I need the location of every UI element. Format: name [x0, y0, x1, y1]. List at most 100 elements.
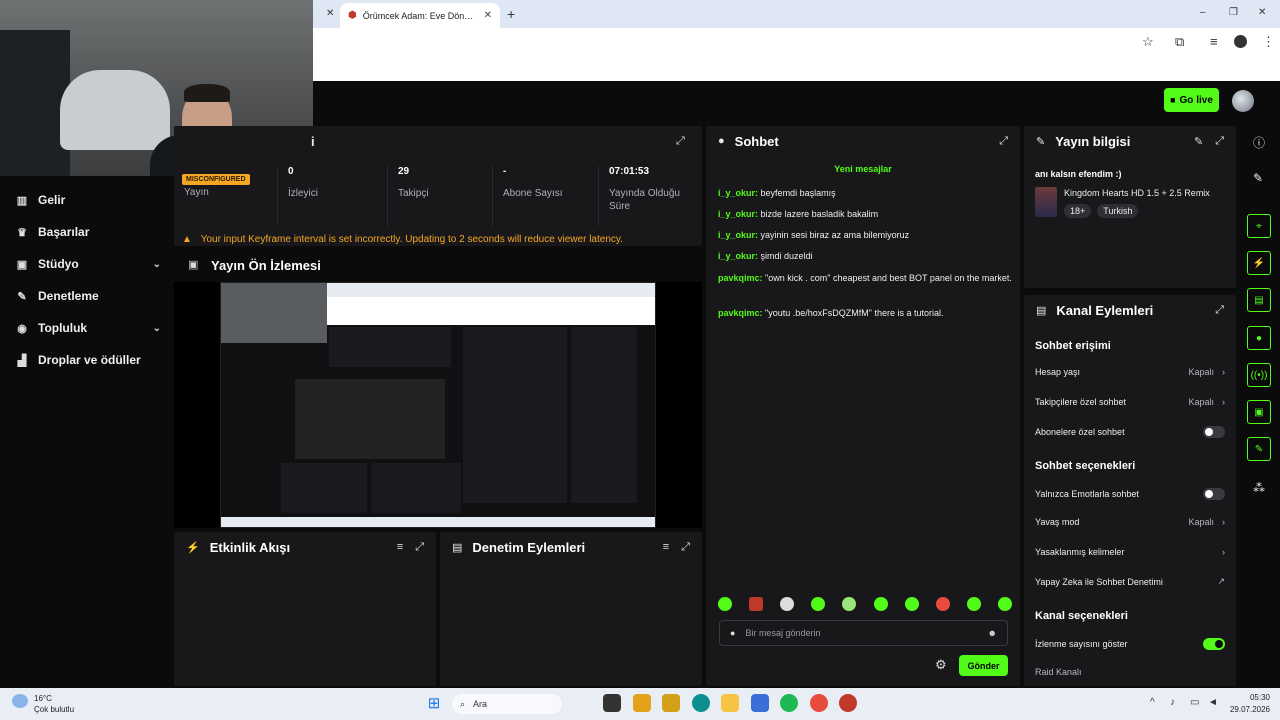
chrome-icon[interactable] [810, 694, 828, 712]
expand-icon[interactable]: ⤢ [415, 541, 424, 554]
emote-icon[interactable] [811, 597, 826, 611]
volume-icon[interactable]: ◄ [1208, 697, 1218, 708]
rail-clipboard-icon[interactable]: ▤ [1247, 288, 1271, 312]
rail-wrench-icon[interactable]: ✎ [1247, 437, 1271, 461]
wrench-icon: ✎ [17, 290, 27, 303]
minimize-button[interactable]: – [1200, 7, 1206, 18]
setting-row-ai-moderation[interactable]: Yapay Zeka ile Sohbet Denetimi ↗ [1035, 576, 1225, 587]
setting-row-raid-channel[interactable]: Raid Kanalı [1035, 667, 1225, 677]
emote-icon[interactable] [718, 597, 732, 611]
taskbar-search[interactable]: ⌕ Ara [452, 694, 562, 714]
setting-row-account-age[interactable]: Hesap yaşı Kapalı › [1035, 367, 1225, 377]
emote-icon[interactable] [904, 597, 919, 611]
store-icon[interactable] [751, 694, 769, 712]
microphone-icon[interactable]: ♪ [1170, 697, 1175, 708]
expand-icon[interactable]: ⤢ [681, 541, 690, 554]
media-icon[interactable]: ≡ [1210, 34, 1218, 49]
clock-date[interactable]: 29.07.2026 [1222, 705, 1270, 714]
sidebar-item-basarilar[interactable]: ♛ Başarılar [16, 220, 161, 244]
category-name[interactable]: Kingdom Hearts HD 1.5 + 2.5 Remix [1064, 188, 1210, 198]
stat-subscribers: - Abone Sayısı [492, 166, 598, 226]
app-icon[interactable] [662, 694, 680, 712]
emote-only-toggle[interactable] [1203, 488, 1225, 500]
sidebar-item-denetleme[interactable]: ✎ Denetleme [16, 284, 161, 308]
rail-camera-icon[interactable]: ⌖ [1247, 214, 1271, 238]
emote-icon[interactable] [873, 597, 888, 611]
restore-button[interactable]: ❐ [1229, 7, 1238, 18]
emote-icon[interactable] [966, 597, 981, 611]
address-bar[interactable] [340, 30, 1130, 52]
emote-quick-bar [718, 597, 1012, 615]
info-icon[interactable]: ⓘ [1253, 134, 1265, 151]
sidebar-item-topluluk[interactable]: ◉ Topluluk ⌄ [16, 316, 161, 340]
emote-icon[interactable] [749, 597, 764, 611]
new-tab-button[interactable]: + [507, 6, 515, 22]
sidebar-item-studyo[interactable]: ▣ Stüdyo ⌄ [16, 252, 161, 276]
setting-label: Yasaklanmış kelimeler [1035, 547, 1125, 557]
setting-label: Yalnızca Emotlarla sohbet [1035, 489, 1139, 499]
setting-row-slow-mode[interactable]: Yavaş mod Kapalı › [1035, 517, 1225, 527]
setting-row-banned-words[interactable]: Yasaklanmış kelimeler › [1035, 547, 1225, 557]
chat-username[interactable]: i_y_okur: [718, 230, 758, 240]
rail-broadcast-icon[interactable]: ((•)) [1247, 363, 1271, 387]
file-explorer-icon[interactable] [721, 694, 739, 712]
share-icon[interactable]: ⁂ [1253, 481, 1265, 495]
copilot-icon[interactable] [633, 694, 651, 712]
rail-chat-icon[interactable]: ● [1247, 326, 1271, 350]
go-live-button[interactable]: ■ Go live [1164, 88, 1219, 112]
chat-message-input[interactable]: ● Bir mesaj gönderin ☻ [719, 620, 1008, 646]
windows-start-icon[interactable]: ⊞ [425, 694, 443, 712]
subscribers-only-toggle[interactable] [1203, 426, 1225, 438]
chat-settings-gear-icon[interactable]: ⚙ [935, 657, 947, 673]
task-view-icon[interactable] [603, 694, 621, 712]
pencil-icon[interactable]: ✎ [1253, 171, 1263, 185]
preview-header: ▣ Yayın Ön İzlemesi [174, 250, 702, 280]
close-prev-tab-icon[interactable]: ✕ [326, 8, 334, 19]
obs-icon[interactable] [839, 694, 857, 712]
tab-close-icon[interactable]: ✕ [484, 10, 492, 21]
filter-icon[interactable]: ≡ [397, 541, 403, 554]
menu-kebab-icon[interactable]: ⋮ [1262, 34, 1275, 50]
clock-time[interactable]: 05:30 [1230, 693, 1270, 702]
edit-pencil-icon[interactable]: ✎ [1194, 135, 1203, 148]
browser-tab-active[interactable]: ⬢ Örümcek Adam: Eve Dönüş izle ✕ [340, 3, 500, 28]
sidebar-item-droplar[interactable]: ▟ Droplar ve ödüller [16, 348, 161, 372]
emote-icon[interactable] [842, 597, 857, 611]
activity-feed-panel: ⚡ Etkinlik Akışı ≡ ⤢ [174, 532, 436, 686]
profile-icon[interactable] [1234, 35, 1247, 48]
spotify-icon[interactable] [780, 694, 798, 712]
extensions-icon[interactable]: ⧉ [1175, 34, 1184, 50]
tray-chevron-up-icon[interactable]: ^ [1150, 697, 1155, 708]
expand-icon[interactable]: ⤢ [676, 135, 685, 148]
rail-channel-icon[interactable]: ▣ [1247, 400, 1271, 424]
bookmark-star-icon[interactable]: ☆ [1142, 34, 1154, 50]
setting-row-followers-only[interactable]: Takipçilere özel sohbet Kapalı › [1035, 397, 1225, 407]
show-viewcount-toggle[interactable] [1203, 638, 1225, 650]
chat-username[interactable]: i_y_okur: [718, 188, 758, 198]
weather-icon[interactable] [12, 694, 28, 708]
clipboard-icon: ▤ [452, 541, 463, 554]
filter-icon[interactable]: ≡ [663, 541, 669, 554]
sidebar-item-gelir[interactable]: ▥ Gelir [16, 188, 161, 212]
emoji-icon[interactable]: ☻ [988, 628, 997, 638]
expand-icon[interactable]: ⤢ [1215, 135, 1224, 148]
chevron-right-icon: › [1222, 367, 1225, 377]
stream-preview-video[interactable] [220, 282, 656, 528]
chat-username[interactable]: i_y_okur: [718, 251, 758, 261]
expand-icon[interactable]: ⤢ [1215, 304, 1224, 317]
edge-icon[interactable] [692, 694, 710, 712]
emote-icon[interactable] [780, 597, 795, 611]
network-icon[interactable]: ▭ [1190, 697, 1199, 708]
user-avatar[interactable] [1232, 90, 1254, 112]
chat-username[interactable]: pavkqimc: [718, 273, 763, 283]
expand-icon[interactable]: ⤢ [999, 135, 1008, 148]
chat-username[interactable]: pavkqimc: [718, 308, 763, 318]
community-icon: ◉ [17, 322, 27, 335]
emote-icon[interactable] [997, 597, 1012, 611]
window-close-button[interactable]: ✕ [1258, 7, 1266, 18]
moderation-title: Denetim Eylemleri [472, 539, 586, 555]
chat-username[interactable]: i_y_okur: [718, 209, 758, 219]
rail-lightning-icon[interactable]: ⚡ [1247, 251, 1271, 275]
emote-icon[interactable] [935, 597, 950, 611]
send-button[interactable]: Gönder [959, 655, 1008, 676]
